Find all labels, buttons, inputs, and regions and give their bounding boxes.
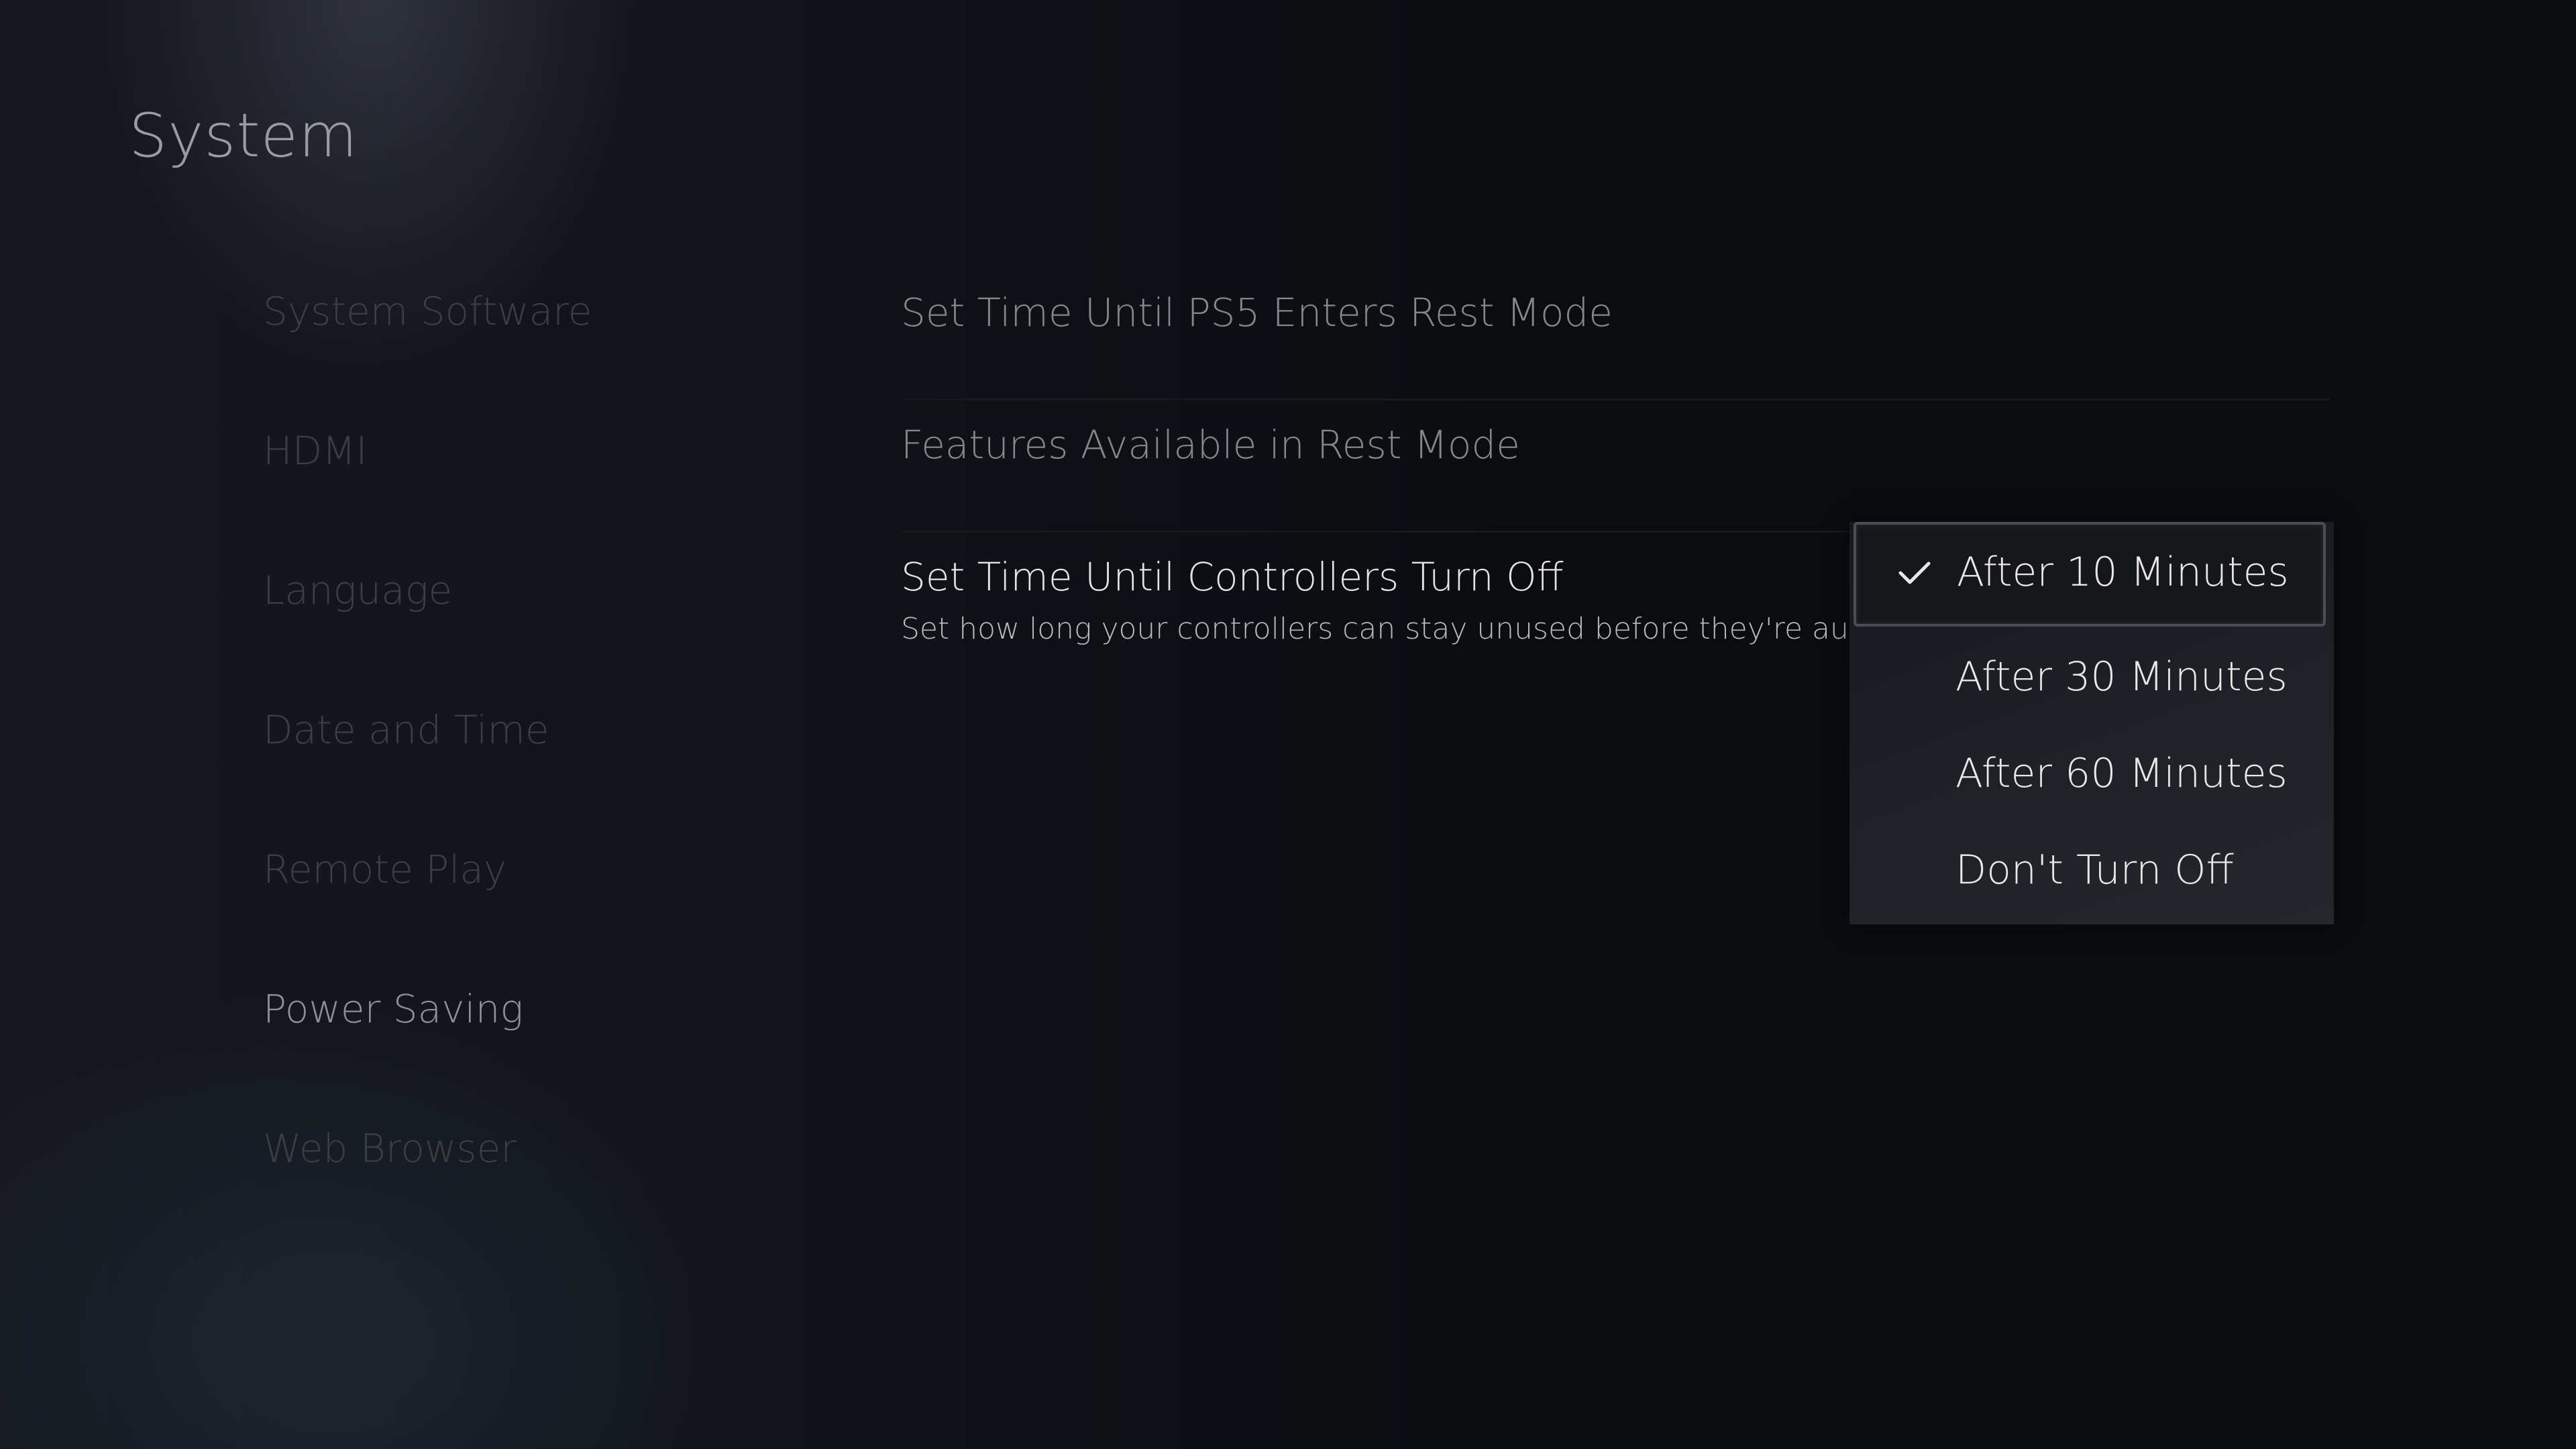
sidebar-item-date-and-time[interactable]: Date and Time: [263, 700, 592, 840]
page-title: System: [129, 101, 358, 171]
option-label: After 10 Minutes: [1957, 549, 2289, 596]
option-label: After 60 Minutes: [1955, 750, 2288, 797]
dropdown-option-after-10-minutes[interactable]: After 10 Minutes: [1854, 522, 2326, 627]
controllers-turn-off-dropdown: After 10 Minutes After 30 Minutes After …: [1849, 522, 2334, 924]
sidebar-item-hdmi[interactable]: HDMI: [263, 421, 592, 561]
dropdown-option-after-30-minutes[interactable]: After 30 Minutes: [1849, 628, 2334, 724]
setting-label: Set Time Until Controllers Turn Off: [901, 554, 1564, 600]
setting-label: Set Time Until PS5 Enters Rest Mode: [901, 290, 1613, 335]
setting-rest-mode-time[interactable]: Set Time Until PS5 Enters Rest Mode: [901, 268, 2330, 400]
sidebar-item-language[interactable]: Language: [263, 561, 592, 700]
dropdown-option-dont-turn-off[interactable]: Don't Turn Off: [1849, 821, 2334, 918]
dropdown-option-after-60-minutes[interactable]: After 60 Minutes: [1849, 724, 2334, 821]
option-label: Don't Turn Off: [1955, 847, 2234, 894]
sidebar-item-system-software[interactable]: System Software: [263, 282, 592, 421]
sidebar-item-remote-play[interactable]: Remote Play: [263, 840, 592, 979]
setting-description: Set how long your controllers can stay u…: [901, 612, 1848, 646]
sidebar-nav: System Software HDMI Language Date and T…: [263, 282, 592, 1258]
sidebar-item-web-browser[interactable]: Web Browser: [263, 1119, 592, 1258]
sidebar-item-power-saving[interactable]: Power Saving: [263, 979, 592, 1119]
setting-label: Features Available in Rest Mode: [901, 422, 1520, 468]
setting-rest-mode-features[interactable]: Features Available in Rest Mode: [901, 400, 2330, 533]
option-label: After 30 Minutes: [1955, 653, 2288, 700]
check-icon: [1898, 559, 1931, 586]
